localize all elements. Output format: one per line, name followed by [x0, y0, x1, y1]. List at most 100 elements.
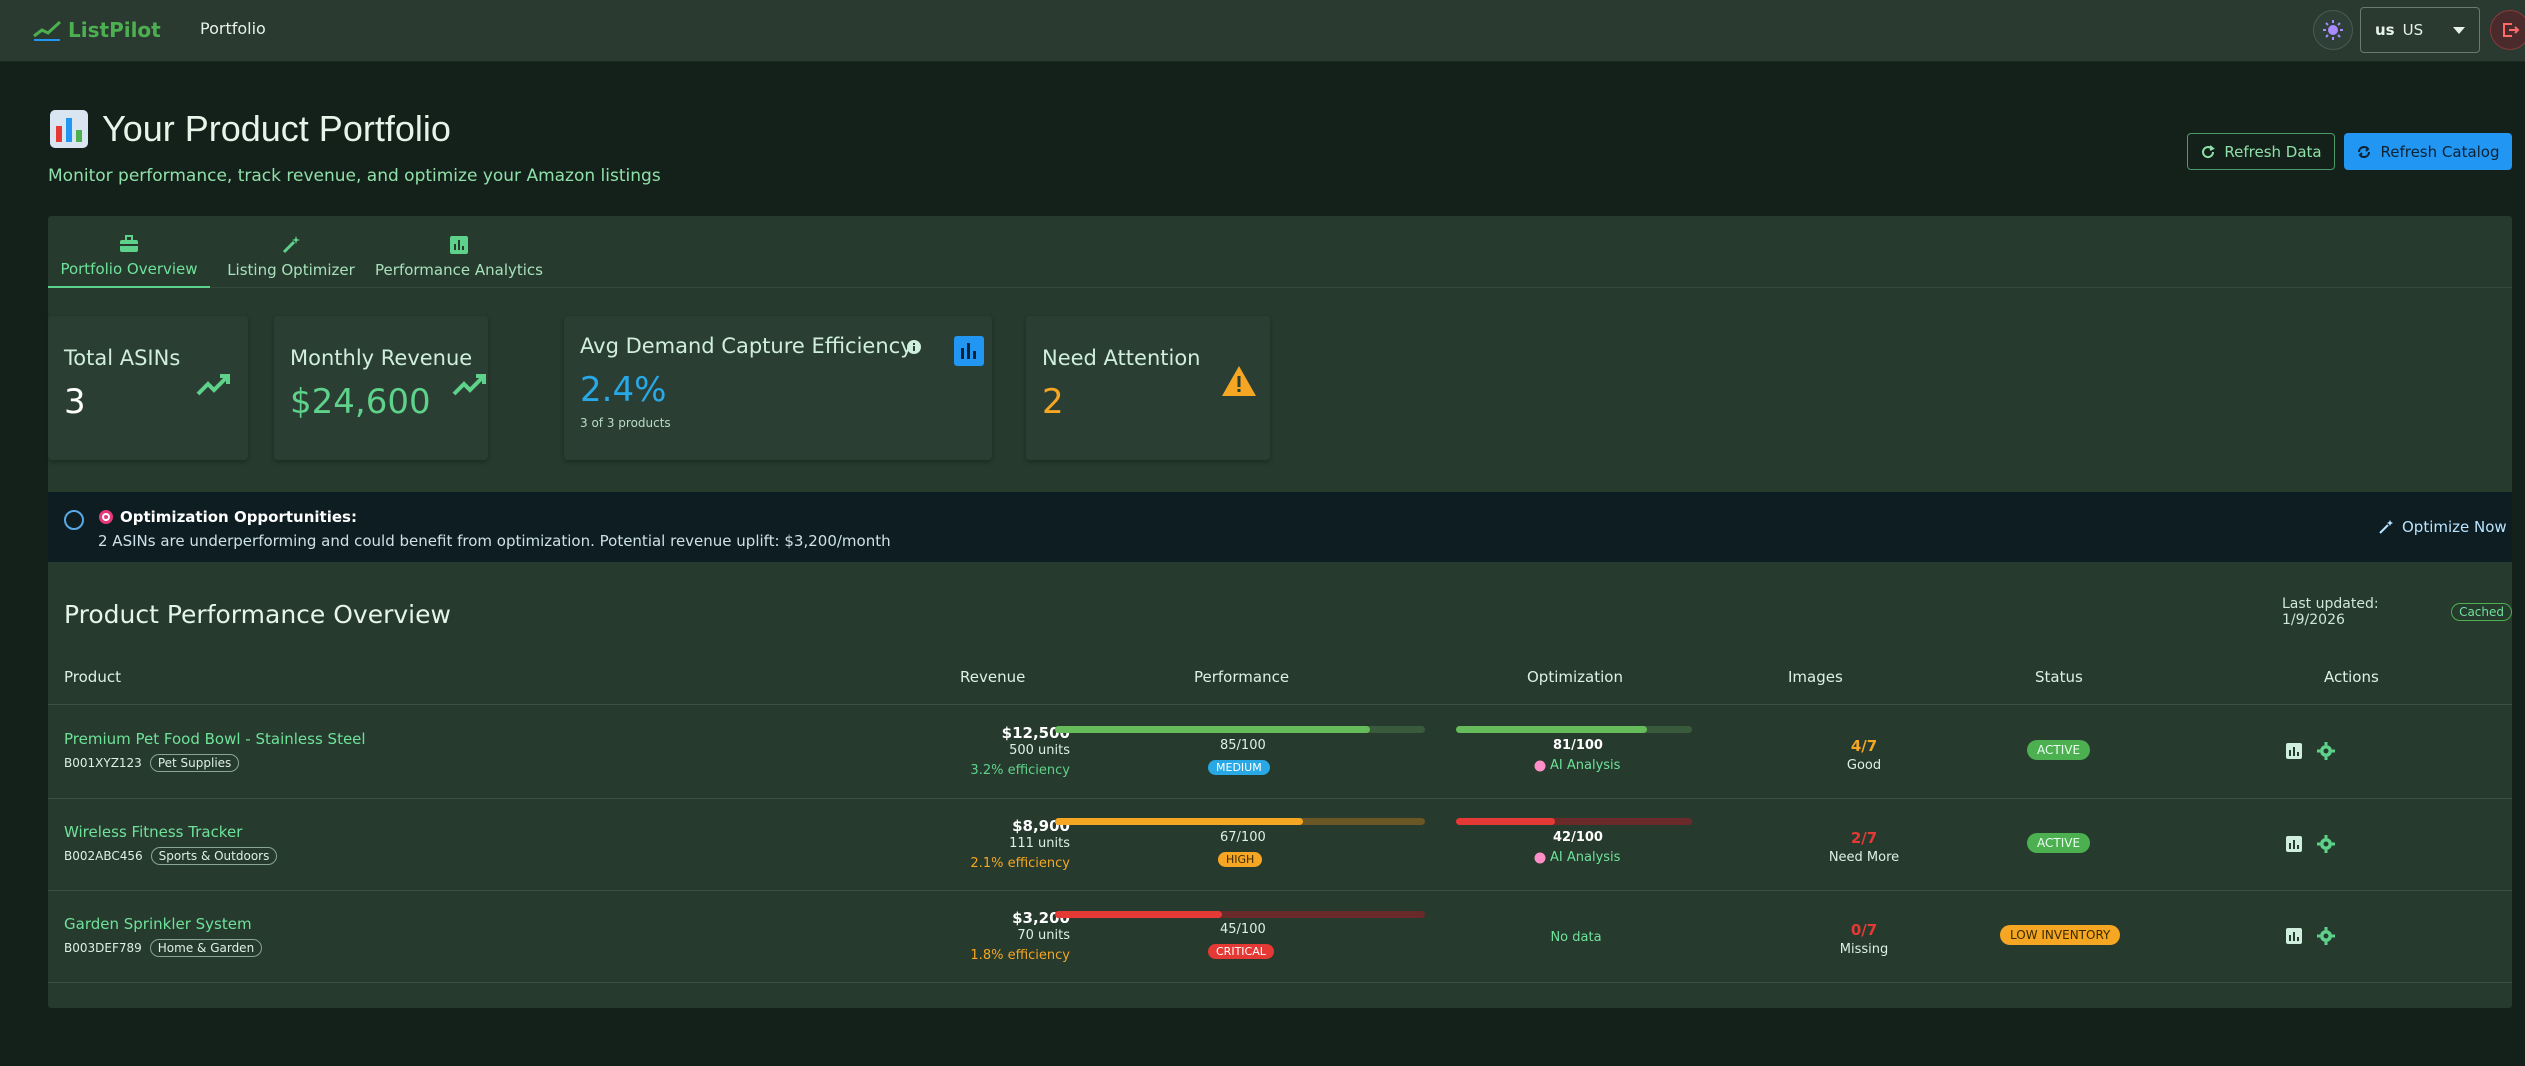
column-header-revenue[interactable]: Revenue	[960, 668, 1025, 686]
settings-gear-icon[interactable]	[2317, 835, 2335, 853]
warning-icon	[1222, 366, 1256, 396]
images-status: Need More	[1828, 850, 1900, 865]
alert-title: Optimization Opportunities:	[98, 508, 357, 526]
ai-analysis-label: AI Analysis	[1550, 758, 1621, 773]
magic-wand-icon	[2379, 520, 2393, 534]
tab-label: Listing Optimizer	[227, 261, 355, 279]
revenue-efficiency: 1.8% efficiency	[970, 948, 1070, 963]
column-header-status[interactable]: Status	[2035, 668, 2083, 686]
ai-analysis-link[interactable]: AI Analysis	[1534, 850, 1620, 865]
performance-score: 45/100	[1220, 922, 1266, 937]
settings-gear-icon[interactable]	[2317, 927, 2335, 945]
refresh-icon	[2202, 144, 2216, 158]
images-status: Missing	[1839, 942, 1889, 957]
product-asin: B002ABC456 Sports & Outdoors	[64, 847, 278, 865]
product-asin: B003DEF789 Home & Garden	[64, 939, 263, 957]
brain-icon	[1534, 852, 1546, 863]
target-icon	[99, 510, 113, 524]
performance-bar-fill	[1055, 911, 1222, 918]
optimization-bar-fill	[1456, 818, 1556, 825]
column-header-actions[interactable]: Actions	[2324, 668, 2379, 686]
magic-wand-icon	[281, 235, 301, 255]
alert-title-text: Optimization Opportunities:	[120, 508, 357, 526]
briefcase-icon	[119, 234, 139, 254]
refresh-data-label: Refresh Data	[2224, 142, 2322, 161]
page-subtitle: Monitor performance, track revenue, and …	[48, 166, 661, 186]
analytics-icon	[954, 336, 984, 366]
stat-card-total-asins: Total ASINs 3	[48, 316, 248, 460]
stat-label: Monthly Revenue	[290, 346, 473, 370]
sync-icon	[2358, 145, 2371, 158]
performance-score: 67/100	[1220, 830, 1266, 845]
last-updated-text: Last updated: 1/9/2026	[2282, 596, 2379, 628]
analytics-action-icon[interactable]	[2285, 742, 2303, 760]
tab-listing-optimizer[interactable]: Listing Optimizer	[226, 226, 356, 288]
product-name-link[interactable]: Wireless Fitness Tracker	[64, 823, 242, 841]
tab-performance-analytics[interactable]: Performance Analytics	[374, 226, 544, 288]
optimize-now-label: Optimize Now	[2402, 518, 2507, 536]
revenue-units: 111 units	[1009, 836, 1070, 851]
theme-toggle-button[interactable]	[2313, 10, 2353, 50]
images-count: 2/7	[1850, 829, 1878, 847]
refresh-catalog-label: Refresh Catalog	[2380, 142, 2500, 161]
stat-subtext: 3 of 3 products	[580, 416, 671, 430]
region-value: US	[2402, 21, 2424, 39]
refresh-data-button[interactable]: Refresh Data	[2187, 133, 2335, 170]
performance-bar	[1055, 911, 1425, 918]
status-badge: ACTIVE	[2027, 833, 2091, 853]
row-divider	[48, 798, 2512, 799]
asin-text: B002ABC456	[64, 849, 143, 863]
stat-label: Need Attention	[1042, 346, 1201, 370]
bar-chart-icon	[449, 235, 469, 255]
info-icon[interactable]	[907, 340, 921, 354]
refresh-catalog-button[interactable]: Refresh Catalog	[2344, 133, 2512, 170]
analytics-action-icon[interactable]	[2285, 927, 2303, 945]
product-name-link[interactable]: Premium Pet Food Bowl - Stainless Steel	[64, 730, 366, 748]
performance-level-badge: CRITICAL	[1208, 944, 1274, 959]
ai-analysis-link[interactable]: AI Analysis	[1534, 758, 1620, 773]
stat-value: 2.4%	[580, 370, 667, 410]
status-badge: ACTIVE	[2027, 740, 2091, 760]
column-header-product[interactable]: Product	[64, 668, 121, 686]
stat-card-need-attention: Need Attention 2	[1026, 316, 1270, 460]
optimization-alert: Optimization Opportunities: 2 ASINs are …	[48, 492, 2512, 562]
tab-label: Portfolio Overview	[60, 260, 198, 278]
brain-icon	[1534, 760, 1546, 771]
column-header-images[interactable]: Images	[1788, 668, 1843, 686]
performance-bar	[1055, 726, 1425, 733]
nav-portfolio-link[interactable]: Portfolio	[200, 19, 266, 38]
region-select[interactable]: us US	[2360, 7, 2480, 53]
chart-emoji-icon	[50, 110, 88, 148]
settings-gear-icon[interactable]	[2317, 742, 2335, 760]
app-logo[interactable]: ListPilot	[32, 18, 161, 42]
logout-icon	[2503, 23, 2520, 37]
category-tag: Home & Garden	[149, 939, 263, 957]
stat-value: 3	[64, 382, 86, 422]
tab-bar: Portfolio Overview Listing Optimizer Per…	[48, 216, 2512, 288]
revenue-units: 500 units	[1009, 743, 1070, 758]
stat-card-efficiency: Avg Demand Capture Efficiency 2.4% 3 of …	[564, 316, 992, 460]
product-name-link[interactable]: Garden Sprinkler System	[64, 915, 252, 933]
logout-button[interactable]	[2490, 10, 2525, 50]
images-status: Good	[1846, 758, 1882, 773]
performance-score: 85/100	[1220, 738, 1266, 753]
row-divider	[48, 704, 2512, 705]
page-title: Your Product Portfolio	[50, 108, 451, 150]
row-divider	[48, 982, 2512, 983]
column-header-optimization[interactable]: Optimization	[1527, 668, 1623, 686]
region-flag: us	[2375, 21, 2395, 39]
column-header-performance[interactable]: Performance	[1194, 668, 1289, 686]
analytics-action-icon[interactable]	[2285, 835, 2303, 853]
performance-bar-fill	[1055, 818, 1303, 825]
ai-analysis-label: AI Analysis	[1550, 850, 1621, 865]
optimization-no-data: No data	[1550, 930, 1602, 945]
optimize-now-button[interactable]: Optimize Now	[2378, 518, 2507, 536]
optimization-bar	[1456, 726, 1692, 733]
revenue-efficiency: 2.1% efficiency	[970, 856, 1070, 871]
trending-up-icon	[452, 374, 486, 396]
optimization-bar	[1456, 818, 1692, 825]
trending-up-icon	[196, 374, 230, 396]
performance-level-badge: HIGH	[1218, 852, 1263, 867]
chevron-down-icon	[2453, 27, 2465, 34]
tab-portfolio-overview[interactable]: Portfolio Overview	[48, 226, 210, 288]
